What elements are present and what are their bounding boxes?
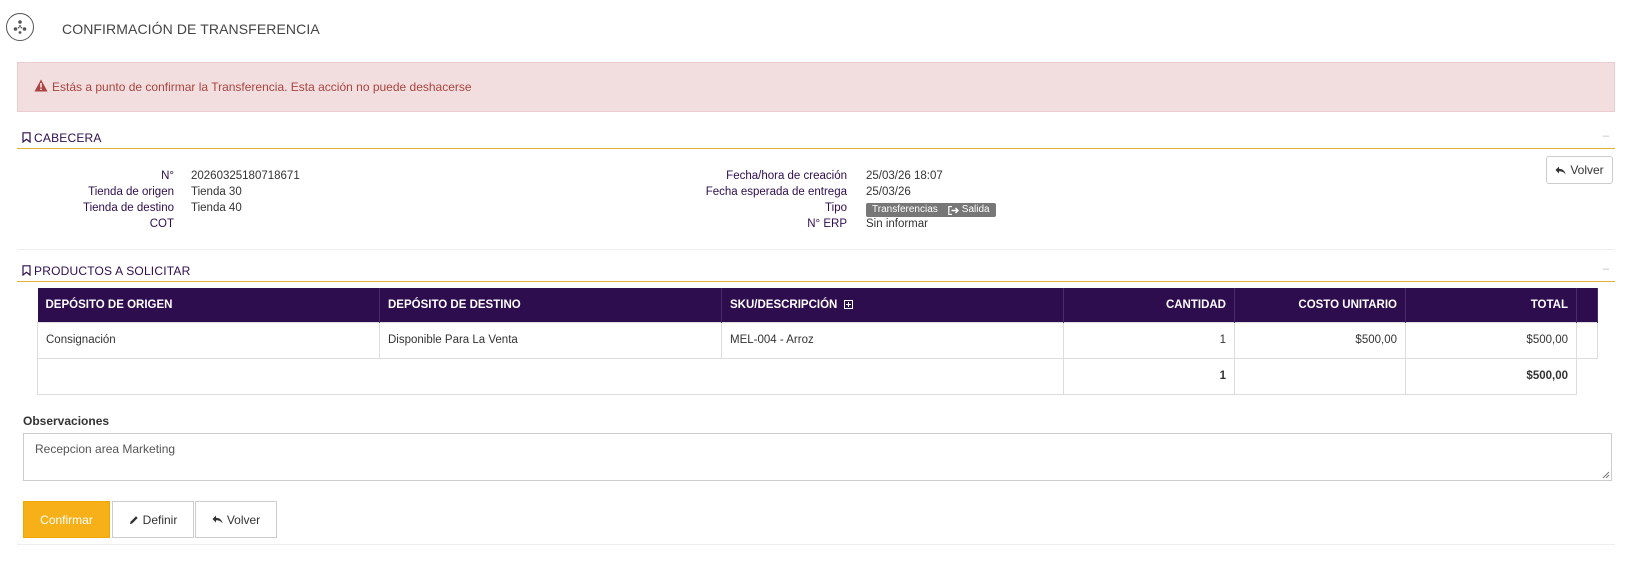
cell-origen: Consignación <box>37 321 380 359</box>
definir-label: Definir <box>142 512 178 527</box>
tipo-tag: Transferencias Salida <box>866 201 996 217</box>
reply-icon <box>212 515 223 524</box>
observaciones-textarea[interactable]: Recepcion area Marketing <box>23 433 1612 481</box>
col-deposito-destino: DEPÓSITO DE DESTINO <box>379 288 722 322</box>
products-table: DEPÓSITO DE ORIGEN DEPÓSITO DE DESTINO S… <box>37 288 1598 395</box>
value-erp: Sin informar <box>866 218 928 230</box>
label-fecha-creacion: Fecha/hora de creación <box>726 170 847 182</box>
expand-icon <box>843 299 853 309</box>
col-cantidad: CANTIDAD <box>1063 288 1235 322</box>
label-tienda-destino: Tienda de destino <box>82 202 174 214</box>
section-title-productos: PRODUCTOS A SOLICITAR <box>34 263 191 278</box>
pencil-icon <box>129 515 138 524</box>
cell-totals-empty <box>1234 357 1406 395</box>
observaciones-label: Observaciones <box>23 414 110 428</box>
value-tienda-origen: Tienda 30 <box>191 186 242 198</box>
label-tienda-origen: Tienda de origen <box>88 186 174 198</box>
label-tipo: Tipo <box>825 202 847 214</box>
exit-icon <box>947 205 959 215</box>
definir-button[interactable]: Definir <box>112 501 194 538</box>
volver-button[interactable]: Volver <box>195 501 277 538</box>
volver-button-top[interactable]: Volver <box>1546 156 1613 184</box>
cell-total-total: $500,00 <box>1405 357 1577 395</box>
bookmark-icon <box>22 265 31 276</box>
col-total: TOTAL <box>1405 288 1577 322</box>
tipo-badge: Transferencias Salida <box>866 203 996 217</box>
col-sku-label: SKU/DESCRIPCIÓN <box>730 298 838 311</box>
divider <box>17 544 1615 545</box>
label-fecha-entrega: Fecha esperada de entrega <box>705 186 847 198</box>
table-header-row: DEPÓSITO DE ORIGEN DEPÓSITO DE DESTINO S… <box>37 288 1598 322</box>
alert-text: Estás a punto de confirmar la Transferen… <box>52 80 472 94</box>
cell-total-cantidad: 1 <box>1063 357 1235 395</box>
section-productos: PRODUCTOS A SOLICITAR – <box>17 260 1615 282</box>
cell-extra <box>1576 321 1598 359</box>
reply-icon <box>1555 166 1566 174</box>
col-sku[interactable]: SKU/DESCRIPCIÓN <box>721 288 1064 322</box>
bookmark-icon <box>22 132 31 143</box>
value-numero: 20260325180718671 <box>191 170 300 182</box>
label-erp: N° ERP <box>807 218 847 230</box>
warning-alert: Estás a punto de confirmar la Transferen… <box>17 62 1615 112</box>
collapse-button[interactable]: – <box>1603 130 1609 142</box>
section-title-cabecera: CABECERA <box>34 130 102 145</box>
label-cot: COT <box>149 218 174 230</box>
value-tienda-destino: Tienda 40 <box>191 202 242 214</box>
confirm-button[interactable]: Confirmar <box>23 501 110 538</box>
resize-grip-icon[interactable] <box>1601 470 1610 479</box>
cell-extra <box>1577 358 1598 394</box>
warning-icon <box>34 79 48 95</box>
cell-cantidad: 1 <box>1063 321 1235 359</box>
page-title: CONFIRMACIÓN DE TRANSFERENCIA <box>62 21 320 37</box>
col-deposito-origen: DEPÓSITO DE ORIGEN <box>37 288 380 322</box>
totals-row: 1 $500,00 <box>37 357 1598 395</box>
cell-sku: MEL-004 - Arroz <box>721 321 1064 359</box>
table-row: Consignación Disponible Para La Venta ME… <box>37 321 1598 359</box>
divider <box>17 249 1615 250</box>
tipo-tag2: Salida <box>947 202 990 218</box>
top-bar: CONFIRMACIÓN DE TRANSFERENCIA <box>0 0 1632 58</box>
col-extra <box>1576 288 1598 322</box>
section-cabecera: CABECERA – <box>17 127 1615 149</box>
cell-totals-spacer <box>37 357 1064 395</box>
col-costo-unitario: COSTO UNITARIO <box>1234 288 1406 322</box>
value-fecha-creacion: 25/03/26 18:07 <box>866 170 943 182</box>
collapse-button[interactable]: – <box>1603 263 1609 275</box>
value-fecha-entrega: 25/03/26 <box>866 186 911 198</box>
volver-label: Volver <box>226 512 261 527</box>
volver-top-label: Volver <box>1570 163 1604 177</box>
cell-total: $500,00 <box>1405 321 1577 359</box>
cell-costo: $500,00 <box>1234 321 1406 359</box>
app-logo-icon[interactable] <box>6 13 34 41</box>
cell-destino: Disponible Para La Venta <box>379 321 722 359</box>
label-numero: N° <box>161 170 174 182</box>
tipo-tag2-label: Salida <box>961 204 990 215</box>
